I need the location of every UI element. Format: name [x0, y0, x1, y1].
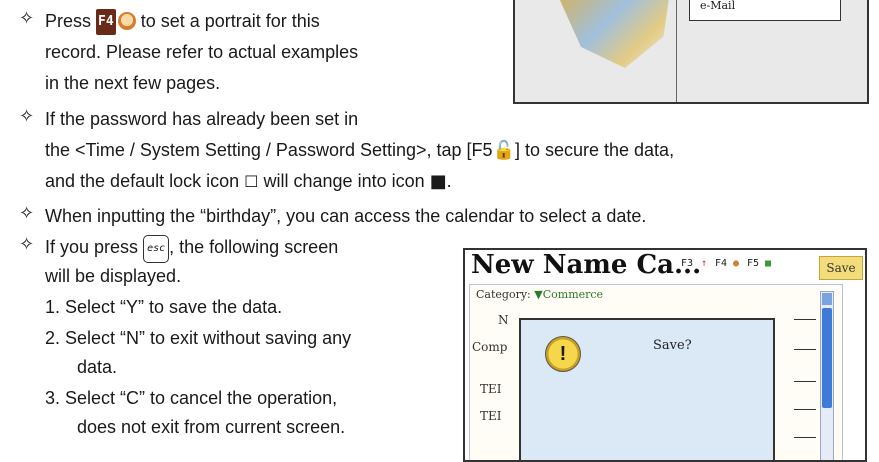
item2-line3-b: will change into icon	[263, 171, 425, 191]
scroll-thumb	[822, 308, 832, 408]
field-line	[794, 349, 816, 350]
bullet-icon: ✧	[19, 8, 35, 29]
item1-text: to set a portrait for this	[140, 11, 320, 31]
toolbar-f5: F5	[747, 258, 760, 269]
item2-line2: the <Time / System Setting / Password Se…	[45, 137, 674, 164]
item4-line1-b: , the following screen	[169, 237, 339, 257]
pin-icon: ↑	[701, 258, 708, 269]
item2-line3-end: .	[446, 171, 452, 191]
bullet-icon: ✧	[19, 234, 35, 255]
chevron-down-icon: ▼	[534, 288, 543, 301]
step-3: 3. Select “C” to cancel the operation,	[45, 388, 338, 408]
field-line	[794, 319, 816, 320]
f4-key-icon: F4	[96, 9, 116, 35]
lock-icon: ■	[429, 171, 447, 192]
unlock-icon: ☐	[244, 172, 259, 191]
item3-line1: When inputting the “birthday”, you can a…	[45, 206, 647, 226]
step-3-cont: does not exit from current screen.	[77, 417, 346, 437]
item4-line2: will be displayed.	[45, 266, 182, 286]
esc-key-icon: esc	[143, 235, 170, 263]
category-label: Category:	[476, 288, 531, 301]
field-line	[794, 437, 816, 438]
scroll-up-icon	[822, 293, 832, 305]
field-label: TEI	[480, 409, 502, 423]
books-illustration	[559, 0, 669, 68]
screenshot-bottom: New Name Ca... F3 ↑ F4 ● F5 ■ Save Categ…	[463, 248, 867, 462]
save-button: Save	[819, 256, 863, 280]
portrait-face-icon: ●	[733, 258, 740, 269]
item2-line2-text: the <Time / System Setting / Password Se…	[45, 140, 493, 160]
item1-prefix: Press	[45, 11, 92, 31]
item2-line3-a: and the default lock icon	[45, 171, 240, 191]
item2-line3: and the default lock icon ☐ will change …	[45, 168, 452, 195]
save-dialog: ! Save?	[519, 318, 775, 460]
scrollbar	[820, 291, 834, 460]
field-line	[794, 381, 816, 382]
item2-line1: If the password has already been set in	[45, 109, 359, 129]
step-2: 2. Select “N” to exit without saving any	[45, 328, 352, 348]
warning-icon: !	[545, 336, 581, 372]
field-label: N	[498, 313, 509, 327]
screenshot-divider	[676, 0, 677, 102]
category-row: Category: ▼Commerce	[476, 288, 603, 301]
screen-title: New Name Ca...	[471, 250, 702, 280]
toolbar-f3: F3	[681, 258, 694, 269]
unlock-icon: ■	[765, 258, 772, 269]
item4-line1: If you press esc, the following screen	[45, 234, 338, 263]
item1-line1: Press F4 to set a portrait for this	[45, 8, 320, 35]
field-label: TEI	[480, 382, 502, 396]
screenshot-top: e-Mail	[513, 0, 869, 104]
item2-line2-tail: ] to secure the data,	[514, 140, 675, 160]
toolbar-f4: F4	[715, 258, 728, 269]
unlock-icon: 🔓	[492, 140, 515, 161]
item1-line3: in the next few pages.	[45, 73, 221, 93]
portrait-face-icon	[117, 12, 136, 30]
email-field: e-Mail	[689, 0, 841, 21]
field-label: Comp	[472, 340, 508, 354]
item4-line1-a: If you press	[45, 237, 139, 257]
category-value: Commerce	[542, 288, 604, 301]
item1-line2: record. Please refer to actual examples	[45, 42, 359, 62]
dialog-question: Save?	[653, 338, 692, 353]
bullet-icon: ✧	[19, 203, 35, 224]
step-2-cont: data.	[77, 357, 118, 377]
field-line	[794, 409, 816, 410]
step-1: 1. Select “Y” to save the data.	[45, 297, 283, 317]
bullet-icon: ✧	[19, 106, 35, 127]
